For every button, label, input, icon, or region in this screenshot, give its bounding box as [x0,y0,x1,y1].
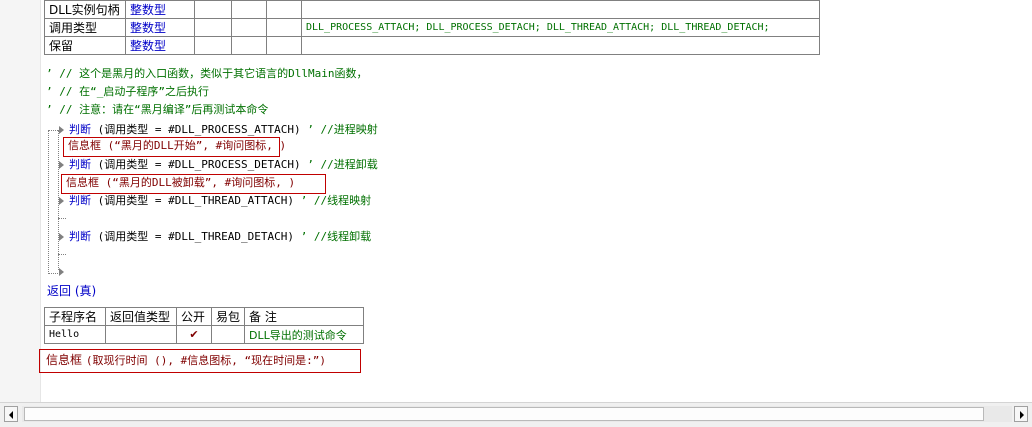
arrow-left-icon [9,411,13,419]
table-row[interactable]: 保留 整数型 [44,36,820,55]
column-header: 公开 [176,307,212,326]
table-row[interactable]: DLL实例句柄 整数型 [44,0,820,19]
horizontal-scrollbar[interactable] [0,402,1032,427]
keyword: 判断 [69,158,91,171]
subroutine-table: 子程序名 返回值类型 公开 易包 备 注 Hello ✔ DLL导出的测试命令 [44,307,364,344]
fold-arrow-icon[interactable] [59,233,64,241]
fold-arrow-icon[interactable] [59,126,64,134]
table-row[interactable]: Hello ✔ DLL导出的测试命令 [44,325,364,344]
inline-comment: ’ //线程卸载 [300,230,372,243]
scroll-left-button[interactable] [4,406,18,422]
column-header: 子程序名 [44,307,106,326]
fold-arrow-icon[interactable] [59,268,64,276]
sub-note: DLL导出的测试命令 [244,325,364,344]
code-line[interactable]: 信息框 (“黑月的DLL开始”, #询问图标, ) [68,137,286,155]
param-name: 保留 [44,36,126,55]
param-type: 整数型 [125,36,195,55]
message-box-call: 信息框 (“黑月的DLL被卸载”, #询问图标, ) [66,176,296,189]
message-box-keyword: 信息框 [46,353,83,367]
comment-line: ’ // 注意：请在“黑月编译”后再测试本命令 [46,103,269,116]
column-header: 返回值类型 [105,307,177,326]
fold-guide [48,130,49,274]
condition: (调用类型 = #DLL_THREAD_ATTACH) [97,194,294,207]
keyword: 判断 [69,123,91,136]
param-note [301,36,820,55]
comment-line: ’ // 这个是黑月的入口函数，类似于其它语言的DllMain函数， [46,67,368,80]
keyword: 判断 [69,230,91,243]
param-note: DLL_PROCESS_ATTACH; DLL_PROCESS_DETACH; … [301,18,820,37]
code-line[interactable]: 信息框 (取现行时间 (), #信息图标, “现在时间是:”) [46,351,326,369]
param-name: 调用类型 [44,18,126,37]
inline-comment: ’ //进程卸载 [307,158,378,171]
comment-line: ’ // 在“_启动子程序”之后执行 [46,85,209,98]
table-row[interactable]: 调用类型 整数型 DLL_PROCESS_ATTACH; DLL_PROCESS… [44,18,820,37]
fold-arrow-icon[interactable] [59,161,64,169]
param-type: 整数型 [125,18,195,37]
sub-epkg [210,325,246,344]
param-name: DLL实例句柄 [44,0,126,19]
scroll-thumb[interactable] [24,407,984,421]
arrow-right-icon [1020,411,1024,419]
message-box-args: (取现行时间 (), #信息图标, “现在时间是:”) [85,354,326,367]
column-header: 备 注 [244,307,364,326]
scroll-right-button[interactable] [1014,406,1028,422]
message-box-call: 信息框 (“黑月的DLL开始”, #询问图标, ) [68,139,287,152]
params-table: DLL实例句柄 整数型 调用类型 整数型 DLL_PROCESS_ATTACH;… [44,0,820,55]
check-icon[interactable]: ✔ [176,325,212,344]
table-header-row: 子程序名 返回值类型 公开 易包 备 注 [44,307,364,326]
line-gutter [0,0,41,402]
param-note [301,0,820,19]
condition: (调用类型 = #DLL_PROCESS_ATTACH) [97,123,301,136]
code-line[interactable]: 信息框 (“黑月的DLL被卸载”, #询问图标, ) [66,174,295,192]
condition: (调用类型 = #DLL_PROCESS_DETACH) [97,158,301,171]
sub-return-type [105,325,177,344]
return-statement[interactable]: 返回 (真) [47,282,96,300]
inline-comment: ’ //线程映射 [300,194,372,207]
param-type: 整数型 [125,0,195,19]
code-line[interactable]: 判断 (调用类型 = #DLL_PROCESS_DETACH) ’ //进程卸载 [69,156,378,174]
condition: (调用类型 = #DLL_THREAD_DETACH) [97,230,294,243]
sub-name: Hello [44,325,106,344]
keyword: 判断 [69,194,91,207]
code-line[interactable]: 判断 (调用类型 = #DLL_THREAD_ATTACH) ’ //线程映射 [69,192,371,210]
inline-comment: ’ //进程映射 [307,123,378,136]
fold-arrow-icon[interactable] [59,197,64,205]
column-header: 易包 [210,307,246,326]
code-editor[interactable]: DLL实例句柄 整数型 调用类型 整数型 DLL_PROCESS_ATTACH;… [0,0,1032,402]
code-line[interactable]: 判断 (调用类型 = #DLL_THREAD_DETACH) ’ //线程卸载 [69,228,371,246]
